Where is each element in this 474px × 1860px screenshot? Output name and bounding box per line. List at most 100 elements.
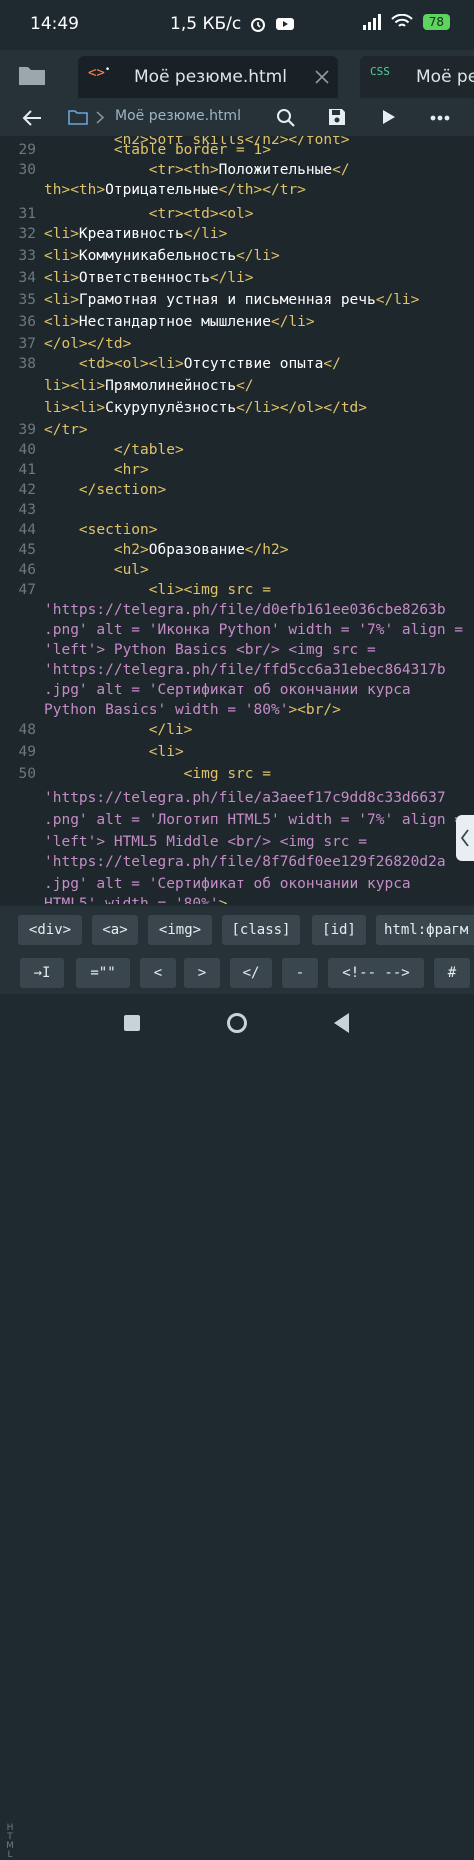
chevron-left-icon bbox=[460, 829, 469, 847]
code-line[interactable]: 42 </section> bbox=[0, 480, 474, 500]
code-line[interactable]: 32 <li>Креативность</li> bbox=[0, 224, 474, 244]
code-line[interactable]: .png' alt = 'Иконка Python' width = '7%'… bbox=[0, 620, 474, 640]
code-line[interactable]: 36 <li>Нестандартное мышление</li> bbox=[0, 312, 474, 332]
line-number: 41 bbox=[18, 462, 36, 478]
key-hash[interactable]: # bbox=[434, 958, 470, 988]
code-line[interactable]: 44 <section> bbox=[0, 520, 474, 540]
code-line[interactable]: .jpg' alt = 'Сертификат об окончании кур… bbox=[0, 874, 474, 894]
search-icon[interactable] bbox=[276, 108, 296, 128]
code-text: .jpg' alt = 'Сертификат об окончании кур… bbox=[44, 682, 411, 698]
key-html-fragment[interactable]: html:фрагм bbox=[376, 915, 474, 945]
line-number: 36 bbox=[18, 314, 36, 330]
drawer-handle[interactable] bbox=[456, 815, 474, 861]
breadcrumb-file[interactable]: Моё резюме.html bbox=[115, 108, 241, 124]
close-icon[interactable] bbox=[315, 70, 329, 84]
save-icon[interactable] bbox=[328, 108, 346, 126]
tab-bar: <>• Моё резюме.html CSS Моё ре bbox=[0, 50, 474, 100]
code-text: <section> bbox=[44, 522, 158, 538]
code-line[interactable]: .png' alt = 'Логотип HTML5' width = '7%'… bbox=[0, 810, 474, 830]
code-line[interactable]: .jpg' alt = 'Сертификат об окончании кур… bbox=[0, 680, 474, 700]
key-lt[interactable]: < bbox=[140, 958, 176, 988]
code-line[interactable]: 47 <li><img src = bbox=[0, 580, 474, 600]
editor-toolbar: Моё резюме.html bbox=[0, 100, 474, 136]
code-line[interactable]: 37 </ol></td> bbox=[0, 334, 474, 354]
css-file-icon: CSS bbox=[370, 65, 390, 78]
key-tab[interactable]: →I bbox=[20, 958, 64, 988]
code-line[interactable]: 30 <tr><th>Положительные</ bbox=[0, 160, 474, 180]
code-text: </ol></td> bbox=[44, 336, 132, 352]
code-text: 'left'> Python Basics <br/> <img src = bbox=[44, 642, 376, 658]
code-line[interactable]: 43 bbox=[0, 500, 474, 520]
tab-resume-html[interactable]: <>• Моё резюме.html bbox=[78, 56, 338, 98]
folder-icon[interactable] bbox=[18, 64, 46, 86]
key-dash[interactable]: - bbox=[282, 958, 318, 988]
alarm-icon bbox=[251, 18, 266, 32]
code-line[interactable]: 41 <hr> bbox=[0, 460, 474, 480]
system-nav-bar bbox=[0, 994, 474, 1053]
key-a[interactable]: <a> bbox=[92, 915, 138, 945]
back-icon[interactable] bbox=[332, 1012, 350, 1034]
line-number: 31 bbox=[18, 206, 36, 222]
code-line[interactable]: li><li>Скурупулёзность</li></ol></td> bbox=[0, 398, 474, 418]
code-line[interactable]: 'https://telegra.ph/file/a3aeef17c9dd8c3… bbox=[0, 788, 474, 808]
line-number: 48 bbox=[18, 722, 36, 738]
code-line[interactable]: 'left'> HTML5 Middle <br/> <img src = bbox=[0, 832, 474, 852]
key-img[interactable]: <img> bbox=[148, 915, 212, 945]
key-attr-quotes[interactable]: ="" bbox=[76, 958, 130, 988]
status-bar: 14:49 1,5 КБ/с 78 bbox=[0, 0, 474, 50]
line-number: 49 bbox=[18, 744, 36, 760]
key-class[interactable]: [class] bbox=[222, 915, 300, 945]
code-text: 'https://telegra.ph/file/a3aeef17c9dd8c3… bbox=[44, 790, 446, 806]
code-line[interactable]: 29 <table border = 1> bbox=[0, 140, 474, 160]
key-close-tag[interactable]: </ bbox=[230, 958, 272, 988]
code-line[interactable]: li><li>Прямолинейность</ bbox=[0, 376, 474, 396]
code-line[interactable]: 38 <td><ol><li>Отсутствие опыта</ bbox=[0, 354, 474, 374]
code-text: <li>Коммуникабельность</li> bbox=[44, 248, 280, 264]
status-right-icons: 78 bbox=[362, 14, 450, 30]
tab-label: Моё ре bbox=[416, 67, 474, 87]
code-line[interactable]: th><th>Отрицательные</th></tr> bbox=[0, 180, 474, 200]
symbol-bar-row2: →I ="" < > </ - <!-- --> # bbox=[0, 954, 474, 994]
code-text: <tr><td><ol> bbox=[44, 206, 254, 222]
code-line[interactable]: 39 </tr> bbox=[0, 420, 474, 440]
home-icon[interactable] bbox=[226, 1012, 248, 1034]
code-line[interactable]: 45 <h2>Образование</h2> bbox=[0, 540, 474, 560]
key-gt[interactable]: > bbox=[184, 958, 220, 988]
play-icon[interactable] bbox=[382, 109, 396, 125]
code-text: <h2>Образование</h2> bbox=[44, 542, 289, 558]
code-line[interactable]: 33 <li>Коммуникабельность</li> bbox=[0, 246, 474, 266]
code-line[interactable]: 49 <li> bbox=[0, 742, 474, 762]
code-line[interactable]: 48 </li> bbox=[0, 720, 474, 740]
recents-icon[interactable] bbox=[123, 1014, 141, 1032]
folder-outline-icon bbox=[68, 110, 88, 125]
line-number: 47 bbox=[18, 582, 36, 598]
code-line[interactable]: 31 <tr><td><ol> bbox=[0, 204, 474, 224]
key-div[interactable]: <div> bbox=[18, 915, 82, 945]
more-icon[interactable] bbox=[430, 115, 450, 121]
code-line[interactable]: 34 <li>Ответственность</li> bbox=[0, 268, 474, 288]
status-time: 14:49 bbox=[30, 14, 79, 34]
code-line[interactable]: 'https://telegra.ph/file/d0efb161ee036cb… bbox=[0, 600, 474, 620]
code-line[interactable]: 'left'> Python Basics <br/> <img src = bbox=[0, 640, 474, 660]
code-line[interactable]: 46 <ul> bbox=[0, 560, 474, 580]
key-id[interactable]: [id] bbox=[312, 915, 366, 945]
back-arrow-icon[interactable] bbox=[22, 109, 42, 127]
key-comment[interactable]: <!-- --> bbox=[328, 958, 424, 988]
code-line[interactable]: 50 <img src = bbox=[0, 764, 474, 784]
code-text: HTML5' width = '80%'> bbox=[44, 896, 228, 904]
line-number: 46 bbox=[18, 562, 36, 578]
tab-css[interactable]: CSS Моё ре bbox=[360, 56, 474, 98]
code-line[interactable]: 'https://telegra.ph/file/8f76df0ee129f26… bbox=[0, 852, 474, 872]
code-line[interactable]: 35 <li>Грамотная устная и письменная речь… bbox=[0, 290, 474, 310]
code-editor[interactable]: <h2>Soft skills</h2></font> 29 <table bor… bbox=[0, 136, 474, 904]
line-number: 39 bbox=[18, 422, 36, 438]
code-text: <li><img src = bbox=[44, 582, 271, 598]
code-text: <li>Нестандартное мышление</li> bbox=[44, 314, 315, 330]
code-text: <li> bbox=[44, 744, 184, 760]
code-line[interactable]: HTML5' width = '80%'> bbox=[0, 894, 474, 904]
code-line[interactable]: 40 </table> bbox=[0, 440, 474, 460]
code-line[interactable]: Python Basics' width = '80%'><br/> bbox=[0, 700, 474, 720]
code-text: </li> bbox=[44, 722, 193, 738]
code-line[interactable]: 'https://telegra.ph/file/ffd5cc6a31ebec8… bbox=[0, 660, 474, 680]
code-text: 'https://telegra.ph/file/ffd5cc6a31ebec8… bbox=[44, 662, 446, 678]
